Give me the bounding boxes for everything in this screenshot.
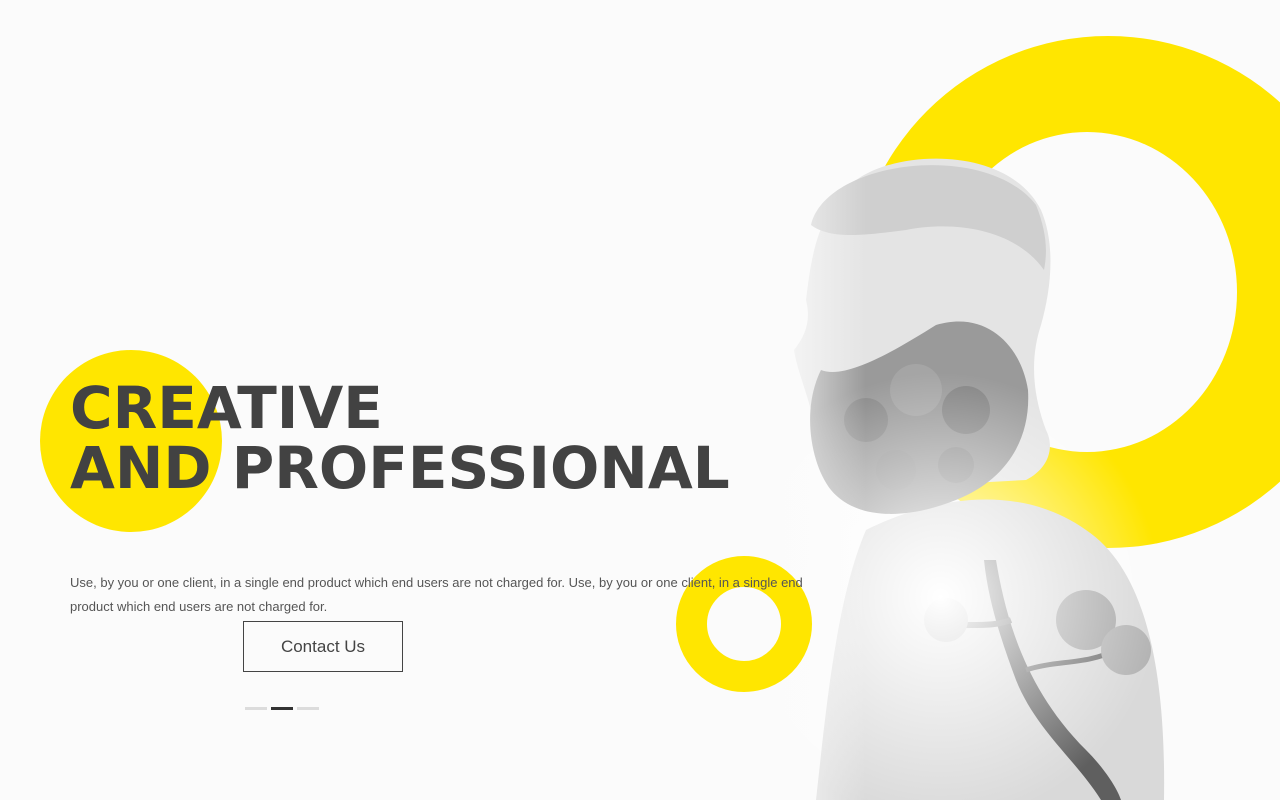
slider-dot-2[interactable] [271,707,293,710]
hero-slide: CREATIVE AND PROFESSIONAL Use, by you or… [0,0,1280,800]
hero-title-line-2: AND PROFESSIONAL [70,434,730,502]
slider-dot-3[interactable] [297,707,319,710]
contact-us-button[interactable]: Contact Us [243,621,403,672]
slider-dot-1[interactable] [245,707,267,710]
slider-pagination [245,707,319,710]
hero-title: CREATIVE AND PROFESSIONAL [70,378,730,498]
hero-title-line-1: CREATIVE [70,374,383,442]
hero-description: Use, by you or one client, in a single e… [70,575,803,614]
portrait-image [756,150,1196,800]
